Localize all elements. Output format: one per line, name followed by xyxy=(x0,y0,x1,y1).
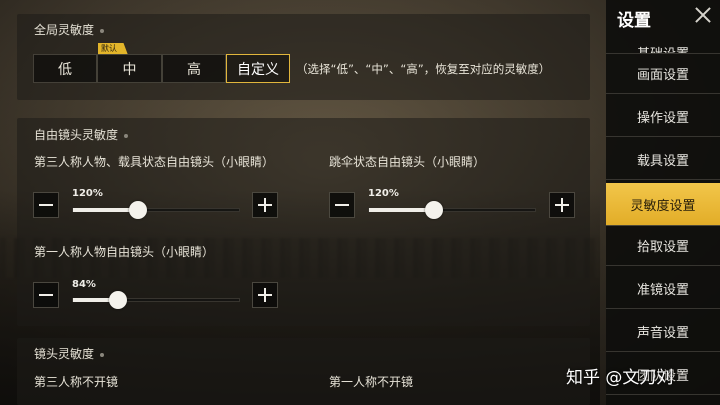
watermark: 知乎 @文刀刘 xyxy=(566,368,674,388)
plus-icon-vertical xyxy=(561,198,563,212)
camera-item-third-person: 第三人称不开镜 xyxy=(34,375,119,389)
info-dot-icon xyxy=(100,28,105,33)
minus-icon xyxy=(335,204,349,206)
sidebar-item-audio[interactable]: 声音设置 xyxy=(606,312,720,352)
slider-handle[interactable] xyxy=(425,201,443,219)
slider-label-parachute: 跳伞状态自由镜头（小眼睛） xyxy=(329,155,486,169)
minus-icon xyxy=(39,294,53,296)
sidebar-item-sensitivity[interactable]: 灵敏度设置 xyxy=(606,183,720,226)
free-camera-title: 自由镜头灵敏度 xyxy=(34,126,129,143)
slider-label-first-person: 第一人称人物自由镜头（小眼睛） xyxy=(34,245,215,259)
sidebar-item-scope[interactable]: 准镜设置 xyxy=(606,269,720,309)
sensitivity-option-medium[interactable]: 中 xyxy=(97,54,162,83)
slider-track[interactable] xyxy=(72,208,240,212)
increase-button[interactable] xyxy=(549,192,575,218)
sidebar-title: 设置 xyxy=(617,11,651,31)
sidebar-item-label: 准镜设置 xyxy=(636,283,689,298)
slider-value: 84% xyxy=(72,279,96,290)
plus-icon-vertical xyxy=(264,288,266,302)
sidebar-item-label: 载具设置 xyxy=(636,154,689,169)
sensitivity-option-low[interactable]: 低 xyxy=(33,54,97,83)
sidebar-item-label: 画面设置 xyxy=(636,68,689,83)
sensitivity-option-high[interactable]: 高 xyxy=(162,54,226,83)
slider-value: 120% xyxy=(72,188,103,199)
slider-handle[interactable] xyxy=(129,201,147,219)
sidebar-item-pickup[interactable]: 拾取设置 xyxy=(606,226,720,266)
sensitivity-option-custom[interactable]: 自定义 xyxy=(226,54,290,83)
decrease-button[interactable] xyxy=(33,192,59,218)
global-sensitivity-title: 全局灵敏度 xyxy=(34,21,105,38)
info-dot-icon xyxy=(100,352,105,357)
decrease-button[interactable] xyxy=(33,282,59,308)
sensitivity-hint: （选择“低”、“中”、“高”，恢复至对应的灵敏度） xyxy=(296,62,551,76)
sidebar-item-graphics[interactable]: 画面设置 xyxy=(606,54,720,94)
camera-item-first-person: 第一人称不开镜 xyxy=(329,375,414,389)
slider-track[interactable] xyxy=(72,298,240,302)
slider-track[interactable] xyxy=(368,208,536,212)
sidebar-item-basic[interactable]: 基础设置 xyxy=(606,34,720,54)
sidebar-item-label: 灵敏度设置 xyxy=(630,198,696,214)
slider-label-third-person: 第三人称人物、载具状态自由镜头（小眼睛） xyxy=(34,155,275,169)
global-sensitivity-title-text: 全局灵敏度 xyxy=(34,23,95,37)
increase-button[interactable] xyxy=(252,192,278,218)
camera-sensitivity-title-text: 镜头灵敏度 xyxy=(34,347,95,361)
minus-icon xyxy=(39,204,53,206)
sidebar-item-label: 操作设置 xyxy=(636,111,689,126)
decrease-button[interactable] xyxy=(329,192,355,218)
info-dot-icon xyxy=(124,133,129,138)
sidebar-item-label: 基础设置 xyxy=(637,43,689,53)
free-camera-panel xyxy=(17,118,590,326)
sidebar-item-label: 拾取设置 xyxy=(636,240,689,255)
camera-sensitivity-title: 镜头灵敏度 xyxy=(34,345,105,362)
sidebar-item-label: 声音设置 xyxy=(636,326,689,341)
slider-value: 120% xyxy=(368,188,399,199)
close-icon[interactable] xyxy=(693,5,713,25)
plus-icon-vertical xyxy=(264,198,266,212)
free-camera-title-text: 自由镜头灵敏度 xyxy=(34,128,119,142)
sidebar-item-controls[interactable]: 操作设置 xyxy=(606,97,720,137)
increase-button[interactable] xyxy=(252,282,278,308)
slider-handle[interactable] xyxy=(109,291,127,309)
sidebar-item-vehicle[interactable]: 载具设置 xyxy=(606,140,720,180)
